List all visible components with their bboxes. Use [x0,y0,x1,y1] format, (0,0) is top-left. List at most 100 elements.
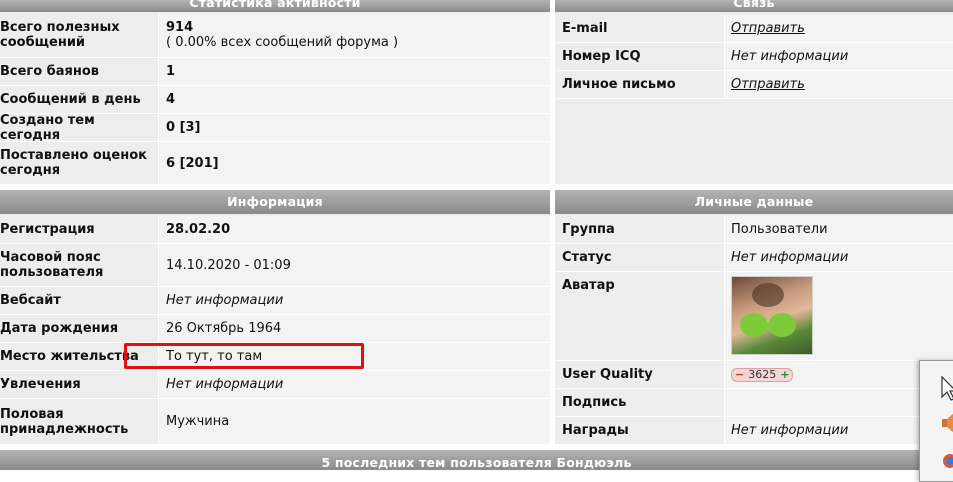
table-row: Увлечения Нет информации [0,371,550,399]
row-value-text: Мужчина [166,414,230,429]
row-value [724,272,953,360]
row-value: Нет информации [158,287,550,314]
row-value-text: Нет информации [731,423,849,438]
row-label-text: Статус [562,250,612,265]
row-value-text: Нет информации [166,293,284,308]
row-label-text: Номер ICQ [562,49,641,64]
row-label: Аватар [562,272,722,360]
row-label: Всего полезных сообщений [0,13,158,57]
row-label-text: Половая принадлежность [0,406,129,437]
row-label-text: Регистрация [0,222,95,237]
recent-topics-header: 5 последних тем пользователя Бондюэль [0,450,953,470]
row-value-text: 26 Октябрь 1964 [166,321,282,336]
row-value: 6 [201] [158,142,550,184]
row-label: Статус [562,244,722,271]
avatar-image-icon [740,283,796,337]
row-value: 0 [3] [158,114,550,141]
row-label-text: Сообщений в день [0,92,141,107]
row-value: 14.10.2020 - 01:09 [158,244,550,286]
row-label-text: Создано тем сегодня [0,112,95,143]
row-value: Отправить [724,71,953,98]
row-label-text: Увлечения [0,377,81,392]
user-quality-badge: − 3625 + [731,367,794,382]
useful-messages-percent: ( 0.00% всех сообщений форума ) [166,35,399,50]
row-value: 28.02.20 [158,216,550,243]
activity-header: Статистика активности [0,0,550,12]
activity-title: Статистика активности [189,0,361,10]
row-value-text: Нет информации [166,377,284,392]
row-value-text: 4 [166,92,176,107]
table-row: Создано тем сегодня 0 [3] [0,112,550,143]
row-label: Сообщений в день [0,86,158,113]
table-row: Статус Нет информации [555,244,953,272]
table-row: Поставлено оценок сегодня 6 [201] [0,142,550,184]
contact-title: Связь [733,0,775,10]
row-label-text: Всего баянов [0,64,100,79]
table-row: Личное письмо Отправить [555,71,953,99]
email-send-link[interactable]: Отправить [731,21,805,36]
table-row: Номер ICQ Нет информации [555,43,953,71]
row-value-text: 14.10.2020 - 01:09 [166,257,291,273]
table-row: Сообщений в день 4 [0,86,550,114]
row-label: Всего баянов [0,58,158,85]
table-row: Группа Пользователи [555,216,953,244]
table-row: Всего полезных сообщений 914 ( 0.00% все… [0,13,550,58]
info-header: Информация [0,190,550,214]
row-label: User Quality [562,361,722,388]
table-row: Награды Нет информации [555,417,953,444]
activity-panel: Статистика активности Всего полезных соо… [0,0,550,184]
row-label: Личное письмо [562,71,722,98]
row-label-text: Вебсайт [0,293,61,308]
table-row: Половая принадлежность Мужчина [0,399,550,444]
recent-topics-title: 5 последних тем пользователя Бондюэль [321,455,632,470]
row-label-text: Дата рождения [0,321,119,336]
row-value: Отправить [724,15,953,42]
row-value: 4 [158,86,550,113]
row-label: Поставлено оценок сегодня [0,142,158,184]
table-row: Регистрация 28.02.20 [0,216,550,244]
private-message-link[interactable]: Отправить [731,77,805,92]
row-value-text: 6 [201] [166,155,219,171]
row-label-text: Всего полезных сообщений [0,20,120,50]
highlight-box [124,343,364,369]
personal-panel: Личные данные Группа Пользователи Статус… [555,190,953,444]
row-label: Номер ICQ [562,43,722,70]
row-label-text: Группа [562,222,615,237]
row-value-text: Нет информации [731,250,849,265]
row-label: E-mail [562,15,722,42]
table-row: Подпись [555,389,953,417]
row-value: 914 ( 0.00% всех сообщений форума ) [158,13,550,57]
quality-plus-icon[interactable]: + [780,368,789,381]
row-label-text: Поставлено оценок сегодня [0,148,147,178]
row-label-text: Подпись [562,395,627,410]
row-label: Вебсайт [0,287,158,314]
row-value-text: 0 [3] [166,120,201,135]
avatar[interactable] [731,276,813,355]
row-label: Регистрация [0,216,158,243]
browser-icon [943,454,953,468]
quality-minus-icon[interactable]: − [735,368,744,381]
table-row: Всего баянов 1 [0,58,550,86]
row-label: Награды [562,417,722,444]
row-label-text: Часовой пояс пользователя [0,250,104,280]
table-row: Аватар [555,272,953,361]
row-label-text: Аватар [562,278,615,293]
row-value-text: Пользователи [731,222,828,237]
table-row: Вебсайт Нет информации [0,287,550,315]
contact-header: Связь [555,0,953,12]
context-popup[interactable] [919,360,953,482]
row-value: Пользователи [724,216,953,243]
info-panel: Информация Регистрация 28.02.20 Часовой … [0,190,550,444]
row-value: Нет информации [724,244,953,271]
row-value: Мужчина [158,399,550,444]
row-label: Подпись [562,389,722,416]
row-label-text: Место жительства [0,349,139,364]
cursor-icon [941,375,953,401]
row-label: Половая принадлежность [0,399,158,444]
row-label: Часовой пояс пользователя [0,244,158,286]
table-row: Дата рождения 26 Октябрь 1964 [0,315,550,343]
contact-panel: Связь E-mail Отправить Номер ICQ Нет инф… [555,0,953,184]
info-title: Информация [227,194,323,209]
row-label: Создано тем сегодня [0,112,158,143]
row-value-text: Нет информации [731,49,849,64]
